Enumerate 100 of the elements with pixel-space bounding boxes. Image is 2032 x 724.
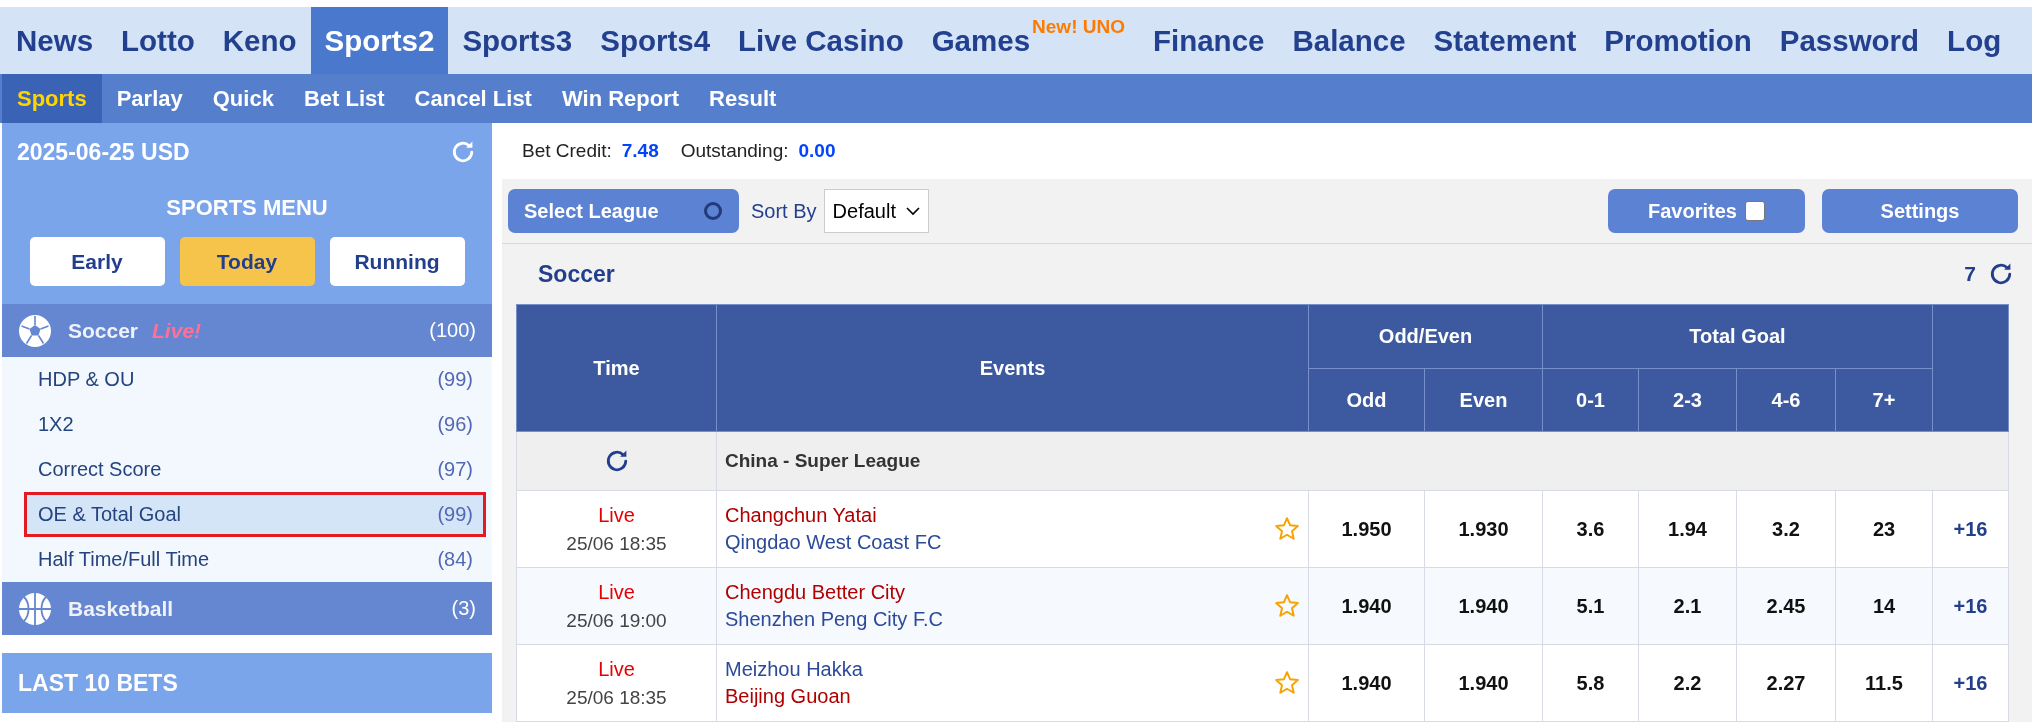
column-group-header: Odd/Even — [1308, 304, 1543, 369]
menu-title: SPORTS MENU — [166, 195, 328, 221]
sub-nav-tab[interactable]: Result — [694, 74, 792, 123]
sub-nav-tab[interactable]: Quick — [197, 74, 289, 123]
more-markets-link[interactable]: +16 — [1932, 490, 2009, 568]
sub-nav-tab[interactable]: Cancel List — [399, 74, 547, 123]
column-header: Odd — [1308, 368, 1425, 432]
bet-type-count: (84) — [437, 548, 473, 571]
bet-type-item[interactable]: OE & Total Goal (99) — [24, 492, 486, 537]
bet-type-label: Half Time/Full Time — [38, 548, 210, 571]
odds-cell[interactable]: 1.940 — [1308, 644, 1425, 722]
odds-cell[interactable]: 3.2 — [1736, 490, 1836, 568]
sport-name: Basketball — [68, 596, 174, 621]
sub-nav-tab[interactable]: Bet List — [288, 74, 400, 123]
nav-tab[interactable]: Keno — [208, 7, 311, 74]
more-markets-link[interactable]: +16 — [1932, 644, 2009, 722]
basketball-icon — [18, 591, 52, 626]
bet-type-count: (97) — [437, 458, 473, 481]
nav-tab[interactable]: News — [2, 7, 108, 74]
period-button[interactable]: Today — [179, 237, 315, 286]
outstanding-label: Outstanding: — [680, 140, 789, 162]
bet-credit-label: Bet Credit: — [522, 140, 612, 162]
sport-header[interactable]: Soccer Live! (100) — [2, 304, 492, 357]
date-label: 2025-06-25 USD — [17, 138, 190, 166]
bet-type-count: (96) — [437, 413, 473, 436]
column-header: 4-6 — [1736, 368, 1836, 432]
more-markets-link[interactable]: +16 — [1932, 567, 2009, 645]
star-icon[interactable] — [1274, 516, 1300, 542]
period-button[interactable]: Running — [329, 237, 465, 286]
soccer-ball-icon — [18, 313, 52, 348]
column-header: Time — [516, 304, 717, 432]
team-name: Meizhou Hakka — [725, 658, 864, 681]
star-icon[interactable] — [1274, 593, 1300, 619]
odds-cell[interactable]: 1.930 — [1424, 490, 1543, 568]
nav-tab[interactable]: Balance — [1278, 7, 1420, 74]
column-header: 7+ — [1835, 368, 1933, 432]
column-group-header: Total Goal — [1542, 304, 1933, 369]
sport-count: (100) — [429, 319, 476, 342]
odds-cell[interactable]: 5.1 — [1542, 567, 1639, 645]
bet-credit-value: 7.48 — [621, 140, 659, 162]
nav-tab[interactable]: Finance — [1138, 7, 1279, 74]
odds-cell[interactable]: 1.94 — [1638, 490, 1737, 568]
odds-cell[interactable]: 2.1 — [1638, 567, 1737, 645]
kickoff-time: 25/06 18:35 — [565, 532, 668, 555]
team-name: Beijing Guoan — [725, 685, 852, 708]
sport-count: (3) — [451, 597, 476, 620]
odds-cell[interactable]: 5.8 — [1542, 644, 1639, 722]
odds-cell[interactable]: 1.940 — [1424, 567, 1543, 645]
odds-cell[interactable]: 1.940 — [1424, 644, 1543, 722]
period-button[interactable]: Early — [29, 237, 165, 286]
column-header: 2-3 — [1638, 368, 1737, 432]
bet-type-label: HDP & OU — [38, 368, 135, 391]
star-icon[interactable] — [1274, 670, 1300, 696]
odds-cell[interactable]: 1.940 — [1308, 567, 1425, 645]
nav-tab[interactable]: Promotion — [1590, 7, 1766, 74]
nav-tab[interactable]: Lotto — [107, 7, 209, 74]
odds-cell[interactable]: 2.45 — [1736, 567, 1836, 645]
sport-name: Soccer — [68, 318, 139, 343]
team-name: Shenzhen Peng City F.C — [725, 608, 943, 631]
bet-type-count: (99) — [437, 503, 473, 526]
live-status: Live — [597, 580, 636, 604]
team-name: Chengdu Better City — [725, 581, 907, 604]
odds-cell[interactable]: 23 — [1835, 490, 1933, 568]
event-count: 7 — [1964, 262, 1976, 286]
kickoff-time: 25/06 19:00 — [565, 609, 668, 632]
column-header: Events — [716, 304, 1309, 432]
odds-cell[interactable]: 2.2 — [1638, 644, 1737, 722]
odds-cell[interactable]: 11.5 — [1835, 644, 1933, 722]
column-header: 0-1 — [1542, 368, 1639, 432]
section-title: Soccer — [538, 260, 615, 288]
odds-cell[interactable]: 1.950 — [1308, 490, 1425, 568]
outstanding-value: 0.00 — [798, 140, 836, 162]
nav-tab[interactable]: Sports2 — [310, 7, 449, 74]
nav-tab[interactable]: Password — [1765, 7, 1934, 74]
odds-cell[interactable]: 2.27 — [1736, 644, 1836, 722]
bet-type-label: Correct Score — [38, 458, 162, 481]
settings-button[interactable]: Settings — [1822, 189, 2018, 233]
live-label: Live! — [152, 318, 202, 343]
nav-tab[interactable]: Live Casino — [724, 7, 918, 74]
nav-tab[interactable]: Sports3 — [448, 7, 587, 74]
live-status: Live — [597, 503, 636, 527]
favorites-checkbox[interactable] — [1744, 201, 1765, 221]
nav-tab[interactable]: Log — [1933, 7, 2016, 74]
sub-nav-tab[interactable]: Win Report — [546, 74, 695, 123]
sub-nav-tab[interactable]: Parlay — [101, 74, 198, 123]
odds-cell[interactable]: 14 — [1835, 567, 1933, 645]
select-league-button[interactable]: Select League — [508, 189, 739, 233]
sort-select[interactable]: Default — [823, 189, 929, 233]
last-bets-title: LAST 10 BETS — [18, 669, 178, 697]
sub-nav-tab[interactable]: Sports — [2, 74, 102, 123]
nav-tab[interactable]: Statement — [1419, 7, 1591, 74]
odds-cell[interactable]: 3.6 — [1542, 490, 1639, 568]
sport-header[interactable]: Basketball (3) — [2, 582, 492, 635]
bet-type-label: OE & Total Goal — [38, 503, 182, 526]
favorites-button[interactable]: Favorites — [1608, 189, 1805, 233]
team-name: Changchun Yatai — [725, 504, 878, 527]
sort-by-label: Sort By — [751, 199, 817, 223]
kickoff-time: 25/06 18:35 — [565, 686, 668, 709]
team-name: Qingdao West Coast FC — [725, 531, 942, 554]
nav-tab[interactable]: Sports4 — [586, 7, 725, 74]
